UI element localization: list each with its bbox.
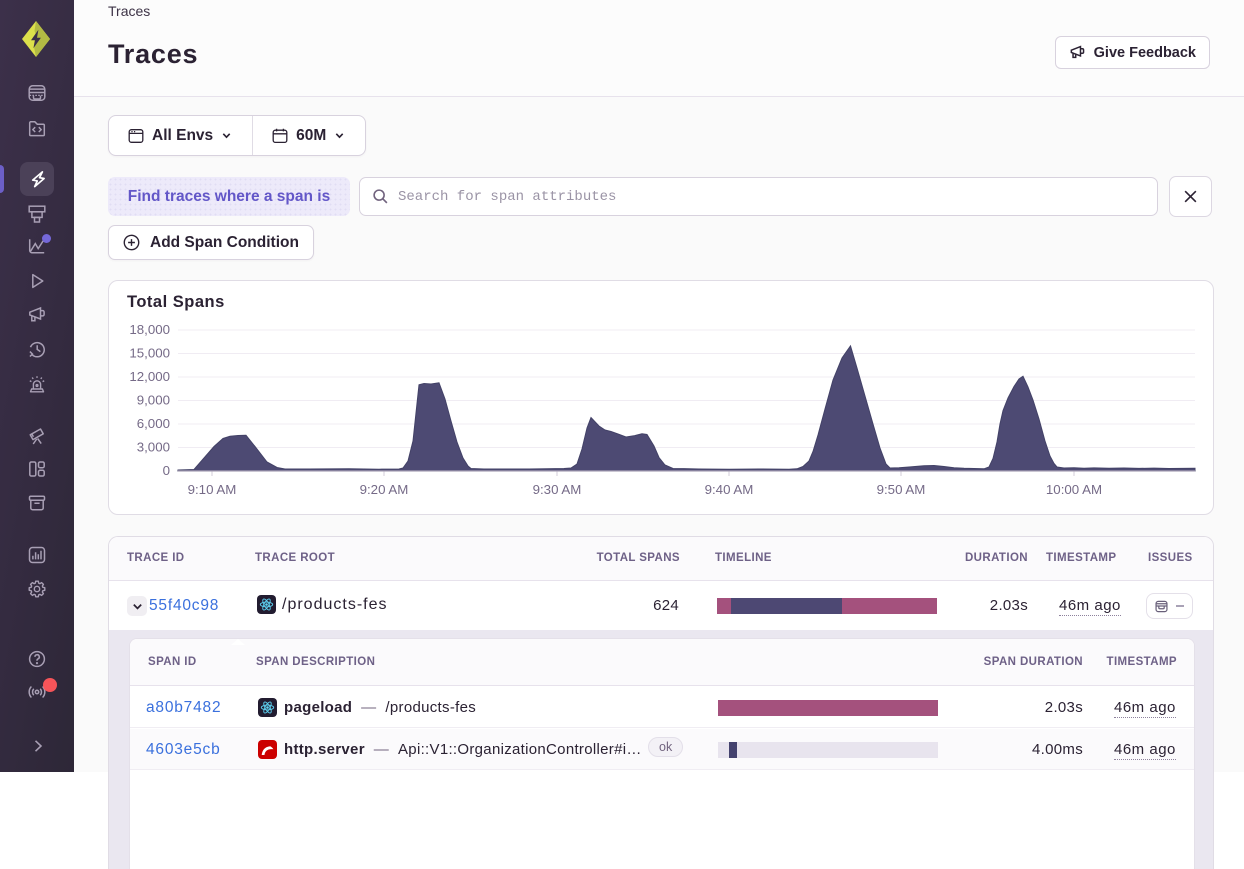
svg-text:9:40 AM: 9:40 AM [705, 482, 754, 497]
svg-text:6,000: 6,000 [137, 416, 170, 431]
svg-text:9:10 AM: 9:10 AM [188, 482, 237, 497]
svg-text:9,000: 9,000 [137, 393, 170, 408]
svg-text:10:00 AM: 10:00 AM [1046, 482, 1102, 497]
svg-text:3,000: 3,000 [137, 440, 170, 455]
svg-text:12,000: 12,000 [129, 369, 170, 384]
svg-text:0: 0 [163, 463, 170, 478]
svg-text:9:30 AM: 9:30 AM [533, 482, 582, 497]
svg-text:9:20 AM: 9:20 AM [360, 482, 409, 497]
svg-text:9:50 AM: 9:50 AM [877, 482, 926, 497]
svg-text:18,000: 18,000 [129, 322, 170, 337]
svg-text:15,000: 15,000 [129, 346, 170, 361]
